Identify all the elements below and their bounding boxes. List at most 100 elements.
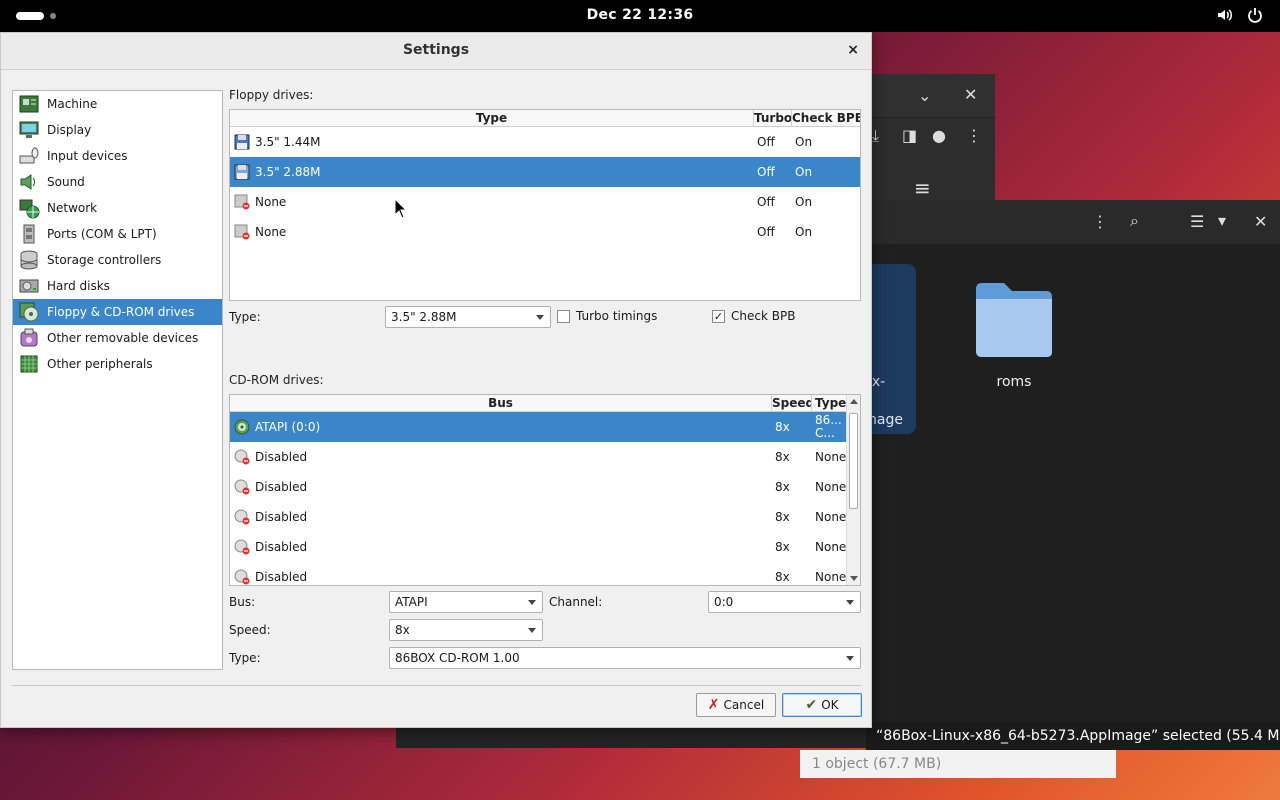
chevron-down-icon	[846, 600, 854, 605]
floppy-row[interactable]: 3.5" 1.44M Off On	[230, 127, 860, 157]
sidebar-item-sound[interactable]: Sound	[13, 169, 222, 195]
sidebar-item-display[interactable]: Display	[13, 117, 222, 143]
chevron-down-icon	[846, 656, 854, 661]
chevron-down-icon[interactable]: ▾	[1218, 213, 1226, 229]
files-status-selected: “86Box-Linux-x86_64-b5273.AppImage” sele…	[866, 722, 1280, 750]
speed-value: 8x	[395, 623, 410, 637]
cdrom-speed-cell: 8x	[775, 450, 790, 464]
bus-select[interactable]: ATAPI	[389, 591, 543, 613]
dialog-title: Settings	[402, 42, 470, 58]
sidebar-item-hard-disks[interactable]: Hard disks	[13, 273, 222, 299]
chevron-down-icon	[528, 600, 536, 605]
sidebar-item-machine[interactable]: Machine	[13, 91, 222, 117]
cdrom-row[interactable]: Disabled 8x None	[230, 562, 848, 585]
download-icon[interactable]: ⤓	[872, 128, 879, 144]
sidebar-item-input-devices[interactable]: Input devices	[13, 143, 222, 169]
chevron-down-icon[interactable]: ⌄	[918, 88, 931, 104]
background-browser-header: ⌄ ✕	[860, 74, 995, 118]
system-tray[interactable]	[1216, 6, 1264, 24]
floppy-type-select[interactable]: 3.5" 2.88M	[385, 306, 551, 328]
hamburger-icon[interactable]: ≡	[914, 178, 931, 198]
disabled-drive-icon	[234, 569, 250, 585]
disabled-drive-icon	[234, 479, 250, 495]
ok-button[interactable]: ✔ OK	[782, 693, 862, 717]
peripherals-icon	[17, 353, 41, 375]
sidebar-item-floppy-cdrom[interactable]: Floppy & CD-ROM drives	[13, 299, 222, 325]
cdrom-row[interactable]: Disabled 8x None	[230, 532, 848, 562]
cdrom-type-select[interactable]: 86BOX CD-ROM 1.00	[389, 647, 861, 669]
clock[interactable]: Dec 22 12:36	[0, 7, 1280, 23]
cdrom-table-scrollbar[interactable]	[846, 395, 860, 585]
floppy-drives-label: Floppy drives:	[229, 88, 314, 102]
cdrom-bus-cell: Disabled	[255, 450, 308, 464]
settings-category-list: Machine Display Input devices Sound Netw…	[12, 90, 223, 670]
sidebar-item-label: Storage controllers	[47, 253, 162, 267]
speed-label: Speed:	[229, 623, 271, 637]
close-icon[interactable]: ✕	[1254, 214, 1267, 230]
sidebar-item-other-peripherals[interactable]: Other peripherals	[13, 351, 222, 377]
close-button[interactable]: ×	[847, 42, 859, 58]
sidebar-item-other-removable[interactable]: Other removable devices	[13, 325, 222, 351]
scroll-down-arrow-icon[interactable]	[850, 576, 858, 581]
sidebar-item-network[interactable]: Network	[13, 195, 222, 221]
bus-value: ATAPI	[395, 595, 428, 609]
cdrom-type-cell: 86... C...	[815, 413, 842, 440]
network-icon	[17, 197, 41, 219]
floppy-bpb-cell: On	[795, 165, 813, 179]
sidebar-item-label: Other peripherals	[47, 357, 153, 371]
column-header-type[interactable]: Type	[230, 110, 754, 127]
floppy-bpb-cell: On	[795, 135, 813, 149]
column-header-check-bpb[interactable]: Check BPB	[792, 110, 860, 127]
cdrom-speed-cell: 8x	[775, 570, 790, 584]
search-icon[interactable]: ⌕	[1130, 213, 1139, 229]
floppy-row[interactable]: None Off On	[230, 187, 860, 217]
cdrom-row[interactable]: Disabled 8x None	[230, 442, 848, 472]
floppy-turbo-cell: Off	[757, 165, 775, 179]
sidebar-icon[interactable]: ◨	[902, 128, 917, 144]
floppy-drives-table: Type Turbo Check BPB 3.5" 1.44M Off On 3…	[229, 109, 861, 301]
cdrom-row[interactable]: Disabled 8x None	[230, 502, 848, 532]
turbo-timings-label: Turbo timings	[576, 309, 658, 323]
dialog-titlebar[interactable]: Settings ×	[1, 33, 871, 70]
sidebar-item-label: Ports (COM & LPT)	[47, 227, 157, 241]
cdrom-row[interactable]: Disabled 8x None	[230, 472, 848, 502]
column-header-bus[interactable]: Bus	[230, 395, 772, 412]
channel-select[interactable]: 0:0	[708, 591, 861, 613]
speed-select[interactable]: 8x	[389, 619, 543, 641]
column-header-turbo[interactable]: Turbo	[754, 110, 792, 127]
floppy-type-cell: None	[255, 195, 287, 209]
column-header-speed[interactable]: Speed	[772, 395, 812, 412]
cdrom-type-cell: None	[815, 450, 847, 464]
floppy-bpb-cell: On	[795, 225, 813, 239]
list-view-icon[interactable]: ☰	[1190, 214, 1204, 230]
bus-label: Bus:	[229, 595, 256, 609]
cdrom-speed-cell: 8x	[775, 540, 790, 554]
sidebar-item-label: Hard disks	[47, 279, 110, 293]
check-bpb-checkbox[interactable]: ✓ Check BPB	[712, 309, 795, 323]
folder-label: roms	[996, 374, 1032, 390]
menu-dots-icon[interactable]: ⋮	[966, 128, 982, 144]
sidebar-item-label: Machine	[47, 97, 98, 111]
cancel-button[interactable]: ✗ Cancel	[696, 693, 776, 717]
floppy-turbo-cell: Off	[757, 135, 775, 149]
sidebar-item-storage-controllers[interactable]: Storage controllers	[13, 247, 222, 273]
input-devices-icon	[17, 145, 41, 167]
scroll-up-arrow-icon[interactable]	[850, 399, 858, 404]
account-icon[interactable]: ●	[932, 128, 946, 144]
menu-dots-icon[interactable]: ⋮	[1092, 214, 1108, 230]
sidebar-item-ports[interactable]: Ports (COM & LPT)	[13, 221, 222, 247]
floppy-type-cell: None	[255, 225, 287, 239]
floppy-row[interactable]: None Off On	[230, 217, 860, 247]
disabled-drive-icon	[234, 539, 250, 555]
close-icon[interactable]: ✕	[964, 87, 977, 103]
folder-icon[interactable]	[974, 279, 1054, 359]
volume-icon	[1218, 9, 1232, 21]
ok-check-icon: ✔	[805, 697, 818, 713]
cdrom-row[interactable]: ATAPI (0:0) 8x 86... C...	[230, 412, 848, 442]
floppy-type-cell: 3.5" 1.44M	[255, 135, 321, 149]
scrollbar-thumb[interactable]	[849, 413, 858, 509]
floppy-row[interactable]: 3.5" 2.88M Off On	[230, 157, 860, 187]
column-header-type[interactable]: Type	[812, 395, 848, 412]
turbo-timings-checkbox[interactable]: Turbo timings	[557, 309, 657, 323]
floppy-disk-icon	[234, 164, 250, 180]
